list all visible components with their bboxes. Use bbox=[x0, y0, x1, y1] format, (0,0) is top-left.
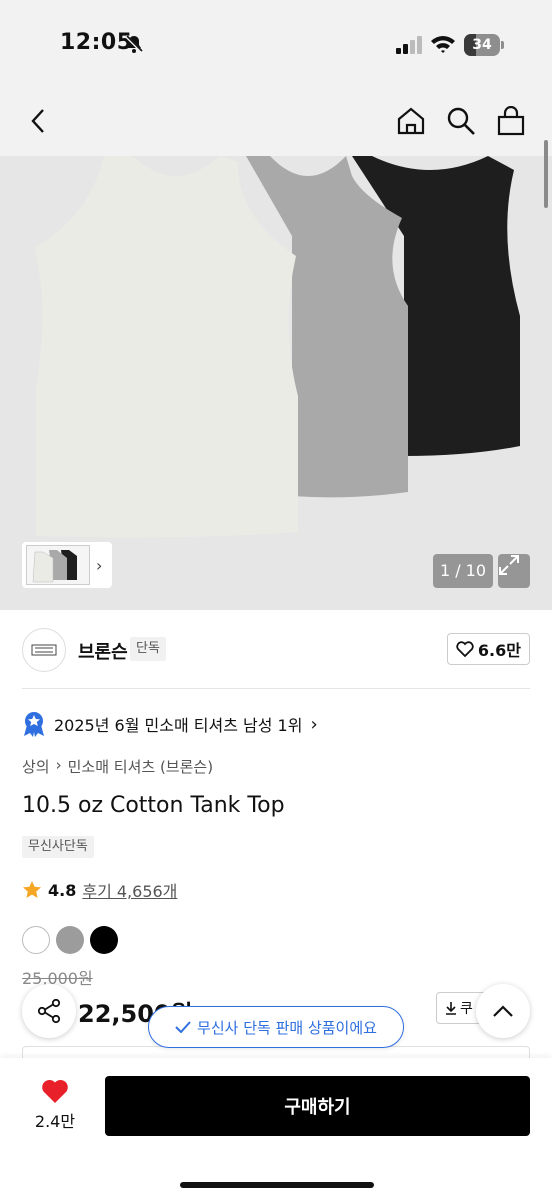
star-icon bbox=[23, 881, 41, 898]
status-time: 12:05 bbox=[60, 30, 133, 55]
expand-icon bbox=[499, 555, 519, 575]
bell-off-icon bbox=[124, 34, 144, 54]
search-button[interactable] bbox=[444, 104, 478, 138]
brand-like-count: 6.6만 bbox=[477, 641, 521, 660]
scroll-to-top-button[interactable] bbox=[476, 984, 530, 1038]
brand-like-button[interactable]: 6.6만 bbox=[446, 633, 530, 665]
status-bar: 12:05 34 bbox=[0, 0, 552, 90]
nav-bar bbox=[0, 90, 552, 156]
ranking-link[interactable]: 2025년 6월 민소매 티셔츠 남성 1위 › bbox=[22, 710, 318, 738]
color-swatch-black[interactable] bbox=[90, 926, 118, 954]
page-indicator: 1 / 10 bbox=[433, 554, 493, 588]
bottom-action-bar: 2.4만 구매하기 bbox=[0, 1058, 552, 1200]
like-product-button[interactable]: 2.4만 bbox=[28, 1078, 82, 1138]
home-icon bbox=[397, 107, 425, 135]
heart-filled-icon bbox=[42, 1079, 68, 1103]
color-swatch-white[interactable] bbox=[22, 926, 50, 954]
brand-row: 브론슨 단독 6.6만 bbox=[22, 628, 530, 672]
product-title: 10.5 oz Cotton Tank Top bbox=[22, 793, 285, 818]
product-image-gallery[interactable]: › 1 / 10 bbox=[0, 156, 552, 610]
breadcrumb-separator-icon: › bbox=[55, 756, 62, 774]
exclusive-toast: 무신사 단독 판매 상품이에요 bbox=[148, 1006, 404, 1048]
scrollbar[interactable] bbox=[544, 140, 548, 208]
breadcrumb-item[interactable]: 민소매 티셔츠 (브론슨) bbox=[68, 756, 213, 777]
chevron-up-icon bbox=[493, 1005, 513, 1017]
buy-button[interactable]: 구매하기 bbox=[105, 1076, 530, 1136]
coupon-label: 쿠 bbox=[460, 1001, 473, 1017]
cart-button[interactable] bbox=[494, 104, 528, 138]
back-icon bbox=[31, 109, 44, 133]
thumbnail-strip[interactable]: › bbox=[22, 542, 112, 588]
breadcrumb: 상의 › 민소매 티셔츠 (브론슨) bbox=[22, 756, 213, 777]
battery-icon: 34 bbox=[464, 34, 504, 56]
chevron-right-icon: › bbox=[310, 713, 318, 735]
color-swatch-gray[interactable] bbox=[56, 926, 84, 954]
share-button[interactable] bbox=[22, 984, 76, 1038]
expand-button[interactable] bbox=[498, 554, 530, 588]
signal-icon bbox=[396, 36, 422, 54]
rating-value: 4.8 bbox=[48, 880, 77, 900]
ranking-text: 2025년 6월 민소매 티셔츠 남성 1위 bbox=[54, 716, 303, 735]
reviews-link[interactable]: 후기 4,656개 bbox=[82, 878, 177, 902]
heart-outline-icon bbox=[456, 641, 474, 657]
back-button[interactable] bbox=[22, 104, 56, 138]
divider bbox=[22, 688, 530, 689]
rating-row: 4.8 후기 4,656개 bbox=[22, 878, 177, 902]
check-icon bbox=[175, 1021, 191, 1033]
breadcrumb-item[interactable]: 상의 bbox=[22, 756, 50, 777]
home-indicator bbox=[180, 1182, 374, 1188]
chevron-right-icon: › bbox=[96, 555, 103, 575]
color-swatches bbox=[22, 926, 118, 954]
ranking-badge-icon bbox=[24, 712, 44, 737]
like-count: 2.4만 bbox=[34, 1112, 76, 1131]
cart-icon bbox=[497, 106, 525, 136]
wifi-icon bbox=[431, 36, 455, 53]
brand-exclusive-badge: 단독 bbox=[130, 637, 166, 661]
brand-name[interactable]: 브론슨 bbox=[78, 638, 128, 664]
toast-text: 무신사 단독 판매 상품이에요 bbox=[197, 1018, 377, 1037]
battery-percent: 34 bbox=[472, 37, 492, 53]
exclusive-badge: 무신사단독 bbox=[22, 836, 94, 858]
thumbnail-image[interactable] bbox=[26, 545, 90, 585]
share-icon bbox=[37, 998, 61, 1024]
download-icon bbox=[446, 1002, 456, 1015]
home-button[interactable] bbox=[394, 104, 428, 138]
search-icon bbox=[447, 107, 475, 135]
brand-logo[interactable] bbox=[22, 628, 66, 672]
